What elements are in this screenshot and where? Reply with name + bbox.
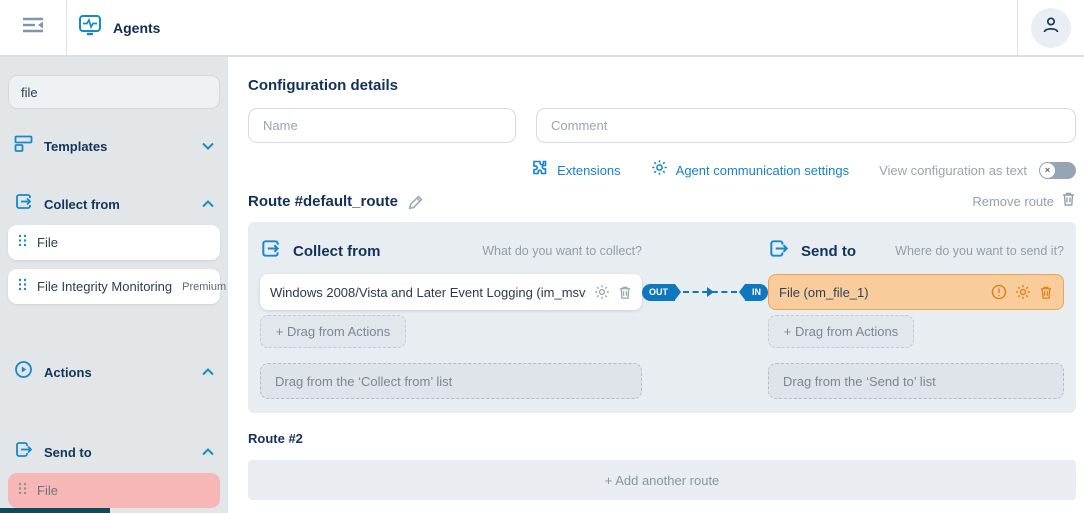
view-configuration-as-text: View configuration as text × xyxy=(879,162,1076,179)
toggle-knob: × xyxy=(1040,163,1055,178)
send-to-icon xyxy=(768,238,789,264)
premium-badge: Premium xyxy=(182,281,226,293)
route-connector-column: OUT IN xyxy=(642,234,768,399)
sidebar-section-label: Send to xyxy=(44,445,92,460)
send-to-heading: Send to xyxy=(801,243,856,260)
route-card-default: Collect from What do you want to collect… xyxy=(248,222,1076,413)
drag-from-actions-dropzone-right[interactable]: + Drag from Actions xyxy=(768,315,914,348)
remove-route-label: Remove route xyxy=(972,194,1054,209)
config-details-heading: Configuration details xyxy=(248,77,1076,94)
warning-icon[interactable] xyxy=(991,284,1007,300)
edit-route-name-pencil-icon[interactable] xyxy=(408,194,424,210)
add-another-route-button[interactable]: + Add another route xyxy=(248,460,1076,500)
extensions-link-label: Extensions xyxy=(557,163,621,178)
sidebar-item-file-send[interactable]: File xyxy=(8,473,220,508)
send-to-icon xyxy=(14,440,33,464)
module-search-input[interactable] xyxy=(8,75,220,109)
sidebar-item-file-integrity-monitoring[interactable]: File Integrity Monitoring Premium xyxy=(8,269,220,304)
sidebar-item-label: File Integrity Monitoring xyxy=(37,279,172,294)
collect-module-card[interactable]: Windows 2008/Vista and Later Event Loggi… xyxy=(260,274,642,310)
out-port-badge: OUT xyxy=(642,284,675,301)
connector-arrowhead-icon xyxy=(707,287,714,297)
collect-from-icon xyxy=(14,192,33,216)
sidebar-item-file-collect[interactable]: File xyxy=(8,225,220,260)
sidebar-item-label: File xyxy=(37,235,58,250)
puzzle-icon xyxy=(532,159,549,181)
chevron-up-icon xyxy=(202,200,214,208)
collect-from-hint: What do you want to collect? xyxy=(482,244,642,258)
trash-icon xyxy=(1061,191,1076,212)
drag-handle-icon xyxy=(18,482,27,500)
actions-play-icon xyxy=(14,360,33,384)
view-as-text-toggle[interactable]: × xyxy=(1039,162,1076,179)
route2-title: Route #2 xyxy=(248,431,1076,446)
sidebar-section-label: Templates xyxy=(44,139,107,154)
in-port-badge: IN xyxy=(745,284,768,301)
send-to-dropzone[interactable]: Drag from the ‘Send to’ list xyxy=(768,363,1064,399)
drag-from-actions-dropzone-left[interactable]: + Drag from Actions xyxy=(260,315,406,348)
chevron-down-icon xyxy=(202,142,214,150)
page-title: Agents xyxy=(113,20,160,36)
route-title: Route #default_route xyxy=(248,193,398,210)
route-connector: OUT IN xyxy=(642,274,768,310)
gear-icon xyxy=(651,159,668,181)
send-to-hint: Where do you want to send it? xyxy=(895,244,1064,258)
collect-from-icon xyxy=(260,238,281,264)
sidebar-item-label: File xyxy=(37,483,58,498)
sidebar-section-label: Actions xyxy=(44,365,92,380)
topbar: Agents xyxy=(0,0,1084,57)
collect-from-heading: Collect from xyxy=(293,243,381,260)
sidebar-section-collect-from[interactable]: Collect from xyxy=(8,183,220,225)
send-module-label: File (om_file_1) xyxy=(779,285,983,300)
trash-icon[interactable] xyxy=(1039,285,1053,300)
comment-field[interactable] xyxy=(536,108,1076,143)
collect-module-label: Windows 2008/Vista and Later Event Loggi… xyxy=(270,285,586,300)
main-content: Configuration details Extensions xyxy=(228,57,1084,513)
gear-icon[interactable] xyxy=(1015,284,1031,300)
sidebar-section-actions[interactable]: Actions xyxy=(8,351,220,393)
user-menu xyxy=(1017,0,1084,55)
trash-icon[interactable] xyxy=(618,285,632,300)
templates-icon xyxy=(14,134,33,158)
gear-icon[interactable] xyxy=(594,284,610,300)
drag-handle-icon xyxy=(18,278,27,296)
view-as-text-label: View configuration as text xyxy=(879,163,1027,178)
drag-handle-icon xyxy=(18,234,27,252)
chevron-up-icon xyxy=(202,448,214,456)
hamburger-collapse-icon xyxy=(22,16,44,39)
remove-route-button[interactable]: Remove route xyxy=(972,191,1076,212)
collapse-menu-button[interactable] xyxy=(0,0,67,55)
sidebar-section-label: Collect from xyxy=(44,197,120,212)
brand: Agents xyxy=(67,12,1017,43)
user-avatar-button[interactable] xyxy=(1031,8,1071,48)
connector-dashed-line xyxy=(683,291,737,293)
send-module-card[interactable]: File (om_file_1) xyxy=(768,274,1064,310)
modules-sidebar: Templates Collect from xyxy=(0,57,228,513)
agent-communication-settings-link[interactable]: Agent communication settings xyxy=(651,159,849,181)
extensions-link[interactable]: Extensions xyxy=(532,159,621,181)
agents-monitor-icon xyxy=(77,12,103,43)
sidebar-section-templates[interactable]: Templates xyxy=(8,125,220,167)
name-field[interactable] xyxy=(248,108,516,143)
collect-from-dropzone[interactable]: Drag from the ‘Collect from’ list xyxy=(260,363,642,399)
sidebar-section-send-to[interactable]: Send to xyxy=(8,431,220,473)
person-icon xyxy=(1041,15,1061,40)
agent-communication-settings-label: Agent communication settings xyxy=(676,163,849,178)
chevron-up-icon xyxy=(202,368,214,376)
bottom-dark-strip xyxy=(0,508,110,513)
